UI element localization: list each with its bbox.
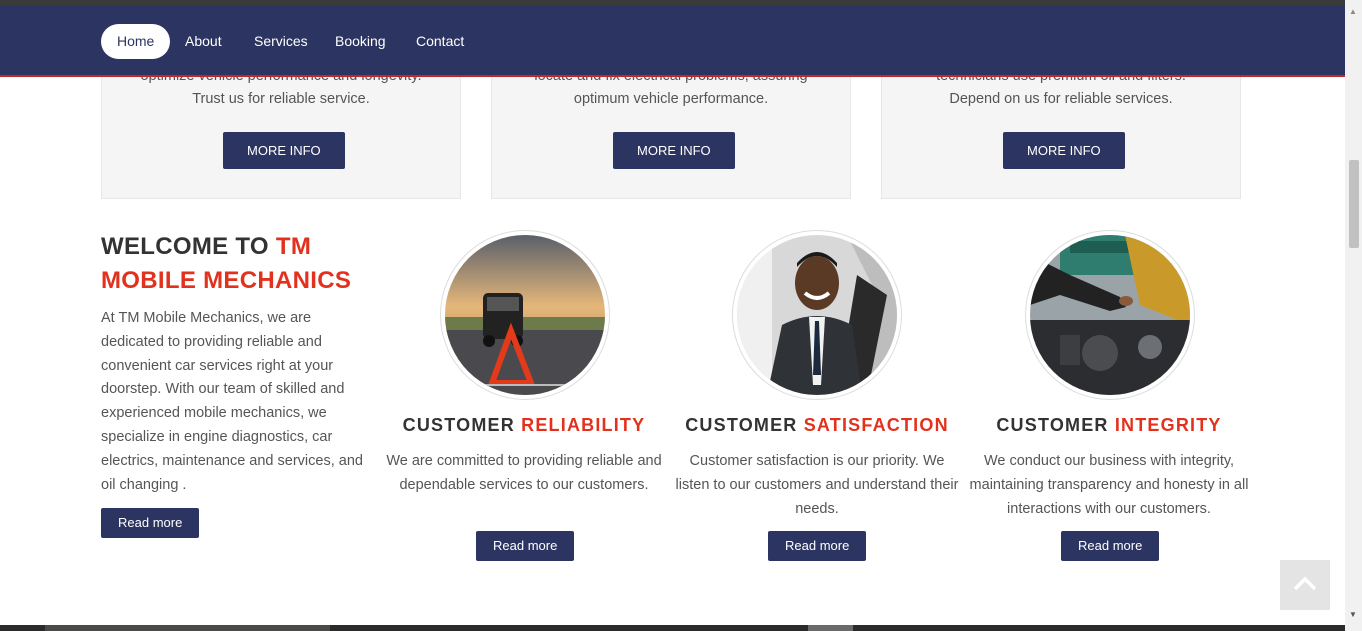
reliability-read-more-button[interactable]: Read more	[476, 531, 575, 561]
nav-booking[interactable]: Booking	[319, 24, 402, 59]
feature-title-reliability: CUSTOMER RELIABILITY	[379, 415, 669, 436]
more-info-button[interactable]: MORE INFO	[613, 132, 735, 169]
service-text-line2: Depend on us for reliable services.	[949, 91, 1173, 107]
feature-title-plain: CUSTOMER	[996, 415, 1115, 435]
welcome-text: At TM Mobile Mechanics, we are dedicated…	[101, 310, 363, 493]
chevron-up-icon	[1293, 576, 1317, 591]
nav-home[interactable]: Home	[101, 24, 171, 59]
scroll-thumb[interactable]	[1349, 160, 1359, 248]
footer-edge-segment	[45, 625, 330, 631]
footer-edge-segment	[808, 625, 853, 631]
feature-text-reliability: We are committed to providing reliable a…	[386, 453, 662, 493]
feature-text-integrity: We conduct our business with integrity, …	[969, 453, 1249, 517]
welcome-heading-plain: WELCOME TO	[101, 233, 276, 260]
footer-edge-strip	[0, 625, 1345, 631]
roadside-warning-triangle-photo	[440, 230, 610, 400]
feature-title-plain: CUSTOMER	[402, 415, 522, 435]
feature-title-highlight: INTEGRITY	[1114, 415, 1222, 435]
scroll-down-arrow-icon[interactable]: ▼	[1349, 610, 1357, 619]
feature-title-plain: CUSTOMER	[685, 415, 804, 435]
satisfaction-read-more-button[interactable]: Read more	[768, 531, 867, 561]
open-car-hood-photo	[1025, 230, 1195, 400]
feature-title-highlight: RELIABILITY	[521, 415, 646, 435]
page-scrollbar[interactable]: ▲ ▼	[1345, 0, 1362, 631]
feature-title-integrity: CUSTOMER INTEGRITY	[964, 415, 1254, 436]
nav-about[interactable]: About	[169, 24, 238, 59]
nav-services[interactable]: Services	[238, 24, 324, 59]
back-to-top-button[interactable]	[1280, 560, 1330, 610]
main-navbar: Home About Services Booking Contact	[0, 5, 1345, 77]
feature-title-highlight: SATISFACTION	[803, 415, 949, 435]
more-info-button[interactable]: MORE INFO	[223, 132, 345, 169]
scroll-up-arrow-icon[interactable]: ▲	[1349, 7, 1357, 16]
service-text-line2: Trust us for reliable service.	[192, 91, 370, 107]
smiling-man-in-car-photo	[732, 230, 902, 400]
welcome-read-more-button[interactable]: Read more	[101, 508, 200, 538]
feature-text-satisfaction: Customer satisfaction is our priority. W…	[675, 453, 959, 517]
service-text-line2: optimum vehicle performance.	[573, 91, 769, 107]
integrity-read-more-button[interactable]: Read more	[1061, 531, 1160, 561]
more-info-button[interactable]: MORE INFO	[1003, 132, 1125, 169]
welcome-heading: WELCOME TO TM MOBILE MECHANICS	[101, 230, 401, 298]
feature-title-satisfaction: CUSTOMER SATISFACTION	[672, 415, 962, 436]
nav-contact[interactable]: Contact	[400, 24, 480, 59]
